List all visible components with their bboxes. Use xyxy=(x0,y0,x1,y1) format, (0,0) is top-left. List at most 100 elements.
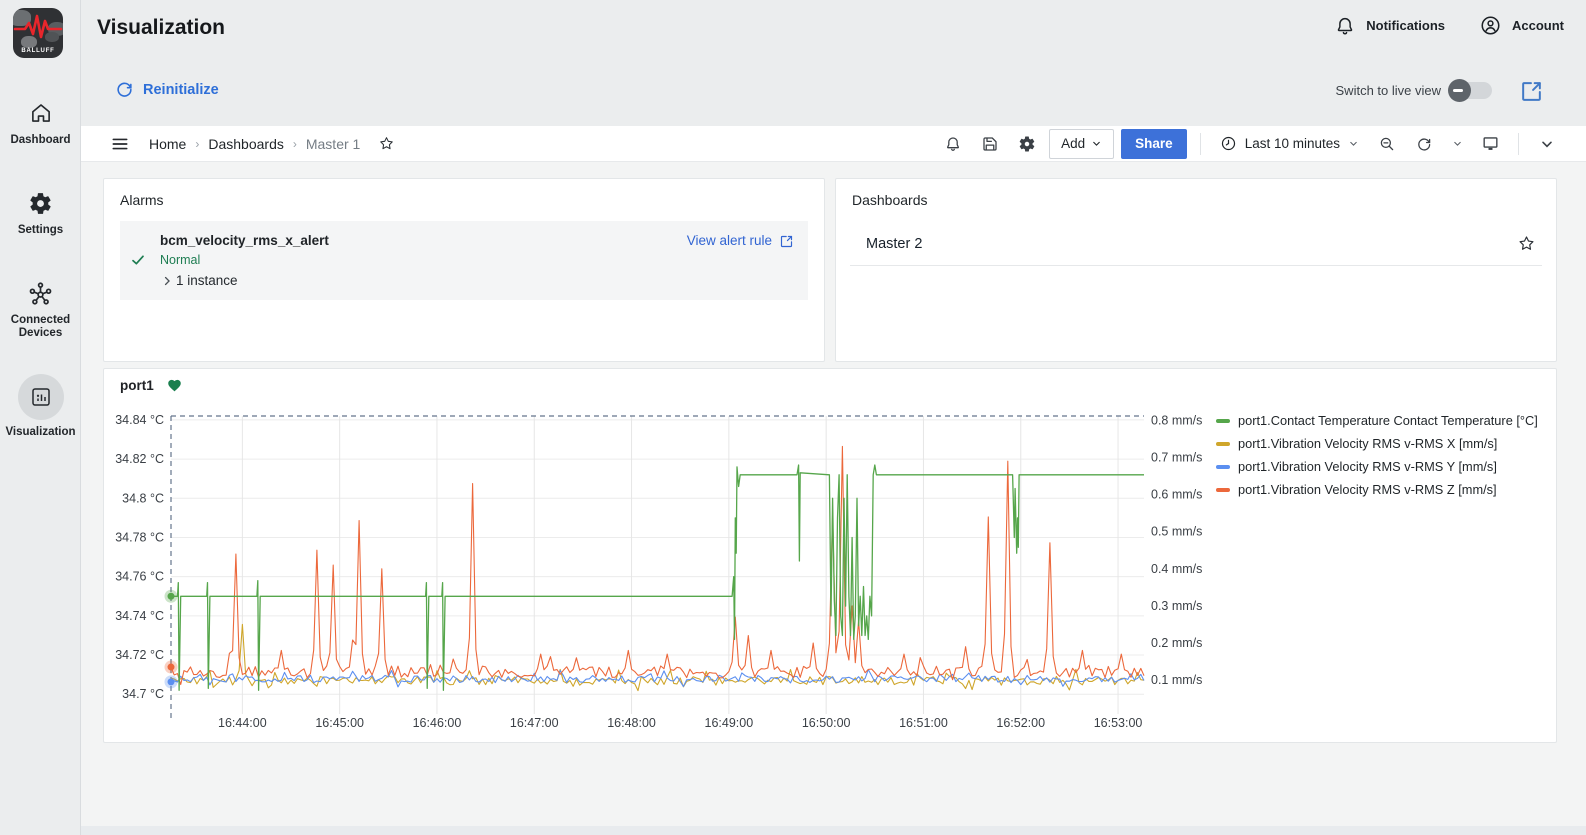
chevron-down-icon xyxy=(1091,138,1102,149)
sidebar-item-connected-devices[interactable]: Connected Devices xyxy=(0,278,81,340)
panel-title[interactable]: port1 xyxy=(120,378,154,393)
save-dashboard-button[interactable] xyxy=(975,129,1005,159)
chart-legend: port1.Contact Temperature Contact Temper… xyxy=(1216,409,1538,501)
chevron-down-icon xyxy=(1539,136,1555,152)
legend-label: port1.Vibration Velocity RMS v-RMS Y [mm… xyxy=(1238,459,1497,474)
chevron-right-icon: › xyxy=(195,137,199,151)
open-in-new-window-button[interactable] xyxy=(1519,79,1544,104)
favorite-dashboard-button[interactable] xyxy=(371,129,401,159)
live-view-label: Switch to live view xyxy=(1336,83,1441,98)
legend-item[interactable]: port1.Contact Temperature Contact Temper… xyxy=(1216,409,1538,432)
svg-text:34.84 °C: 34.84 °C xyxy=(115,413,164,427)
dashboards-panel-title: Dashboards xyxy=(836,179,1556,208)
svg-text:34.76 °C: 34.76 °C xyxy=(115,570,164,584)
balluff-logo[interactable]: BALLUFF xyxy=(13,8,63,58)
svg-text:16:46:00: 16:46:00 xyxy=(413,716,462,730)
port1-timeseries-chart[interactable]: 34.84 °C 34.82 °C 34.8 °C 34.78 °C 34.76 °C 3… xyxy=(104,397,1314,741)
view-alert-rule-label: View alert rule xyxy=(687,233,772,248)
legend-swatch xyxy=(1216,488,1230,492)
breadcrumb-dashboards[interactable]: Dashboards xyxy=(208,136,284,152)
health-heart-icon xyxy=(167,378,182,393)
svg-text:0.7 mm/s: 0.7 mm/s xyxy=(1151,451,1202,465)
svg-text:0.6 mm/s: 0.6 mm/s xyxy=(1151,488,1202,502)
dashboard-settings-button[interactable] xyxy=(1012,129,1042,159)
legend-swatch xyxy=(1216,419,1230,423)
svg-text:34.8 °C: 34.8 °C xyxy=(122,491,164,505)
legend-item[interactable]: port1.Vibration Velocity RMS v-RMS Z [mm… xyxy=(1216,478,1538,501)
chevron-right-icon: › xyxy=(293,137,297,151)
scrollbar-track[interactable] xyxy=(81,826,1586,835)
breadcrumb: Home › Dashboards › Master 1 xyxy=(149,129,401,159)
svg-text:0.5 mm/s: 0.5 mm/s xyxy=(1151,525,1202,539)
port1-panel: port1 34.84 °C34.82 °C34.8 °C34.78 °C34.… xyxy=(103,368,1557,743)
star-icon xyxy=(378,135,395,152)
alert-rules-button[interactable] xyxy=(938,129,968,159)
svg-text:34.82 °C: 34.82 °C xyxy=(115,452,164,466)
sidebar: BALLUFF Dashboard Settings xyxy=(0,0,81,835)
legend-label: port1.Vibration Velocity RMS v-RMS Z [mm… xyxy=(1238,482,1497,497)
share-button[interactable]: Share xyxy=(1121,129,1187,159)
view-alert-rule-link[interactable]: View alert rule xyxy=(687,230,794,288)
alert-rule-row: bcm_velocity_rms_x_alert Normal 1 instan… xyxy=(120,221,808,300)
svg-text:34.7 °C: 34.7 °C xyxy=(122,687,164,701)
star-icon xyxy=(1517,234,1536,253)
toggle-knob xyxy=(1448,79,1471,102)
monitor-icon xyxy=(1481,134,1500,153)
alert-instances-label: 1 instance xyxy=(176,273,238,288)
sidebar-item-settings[interactable]: Settings xyxy=(0,188,81,237)
kiosk-mode-button[interactable] xyxy=(1475,129,1505,159)
sidebar-item-dashboard[interactable]: Dashboard xyxy=(0,98,81,147)
zoom-out-icon xyxy=(1378,135,1396,153)
reinitialize-button[interactable]: Reinitialize xyxy=(115,80,219,99)
sidebar-item-label: Dashboard xyxy=(0,134,81,147)
svg-text:16:52:00: 16:52:00 xyxy=(996,716,1045,730)
heartbeat-icon xyxy=(13,12,63,42)
gear-icon xyxy=(0,188,81,218)
sidebar-item-label: Settings xyxy=(0,224,81,237)
collapse-toolbar-button[interactable] xyxy=(1532,129,1562,159)
dashboard-list-item[interactable]: Master 2 xyxy=(850,222,1542,266)
gear-icon xyxy=(1018,135,1036,153)
page-title: Visualization xyxy=(97,16,225,40)
reinitialize-label: Reinitialize xyxy=(143,82,219,98)
notifications-button[interactable]: Notifications xyxy=(1334,15,1445,37)
svg-text:16:48:00: 16:48:00 xyxy=(607,716,656,730)
chevron-down-icon xyxy=(1348,138,1359,149)
svg-text:16:51:00: 16:51:00 xyxy=(899,716,948,730)
legend-swatch xyxy=(1216,465,1230,469)
legend-item[interactable]: port1.Vibration Velocity RMS v-RMS X [mm… xyxy=(1216,432,1538,455)
sidebar-item-label: Visualization xyxy=(0,426,81,439)
refresh-icon xyxy=(115,80,134,99)
add-panel-button[interactable]: Add xyxy=(1049,129,1114,159)
live-view-toggle[interactable] xyxy=(1450,82,1492,99)
svg-text:16:53:00: 16:53:00 xyxy=(1094,716,1143,730)
alert-instances-expander[interactable]: 1 instance xyxy=(160,273,687,288)
svg-text:0.2 mm/s: 0.2 mm/s xyxy=(1151,636,1202,650)
time-range-picker[interactable]: Last 10 minutes xyxy=(1214,129,1365,159)
save-icon xyxy=(981,135,999,153)
refresh-dashboard-button[interactable] xyxy=(1409,129,1439,159)
svg-text:0.8 mm/s: 0.8 mm/s xyxy=(1151,413,1202,427)
clock-icon xyxy=(1220,135,1237,152)
dashboard-name: Master 2 xyxy=(850,236,922,252)
chevron-right-icon xyxy=(160,274,174,288)
refresh-interval-dropdown[interactable] xyxy=(1446,129,1468,159)
alert-status: Normal xyxy=(160,253,687,267)
alarms-panel-title: Alarms xyxy=(104,179,824,208)
legend-item[interactable]: port1.Vibration Velocity RMS v-RMS Y [mm… xyxy=(1216,455,1538,478)
svg-text:34.78 °C: 34.78 °C xyxy=(115,530,164,544)
network-hub-icon xyxy=(0,278,81,308)
account-button[interactable]: Account xyxy=(1479,14,1564,37)
bell-icon xyxy=(1334,15,1356,37)
breadcrumb-home[interactable]: Home xyxy=(149,136,186,152)
favorite-button[interactable] xyxy=(1517,234,1542,253)
chevron-down-icon xyxy=(1452,138,1463,149)
svg-text:16:49:00: 16:49:00 xyxy=(705,716,754,730)
dashboard-content: Alarms bcm_velocity_rms_x_alert Normal 1… xyxy=(81,162,1586,835)
sidebar-item-visualization[interactable]: Visualization xyxy=(0,374,81,439)
zoom-out-time-button[interactable] xyxy=(1372,129,1402,159)
breadcrumb-current: Master 1 xyxy=(306,136,360,152)
brand-label: BALLUFF xyxy=(13,48,63,54)
menu-button[interactable] xyxy=(105,129,135,159)
svg-text:16:44:00: 16:44:00 xyxy=(218,716,267,730)
